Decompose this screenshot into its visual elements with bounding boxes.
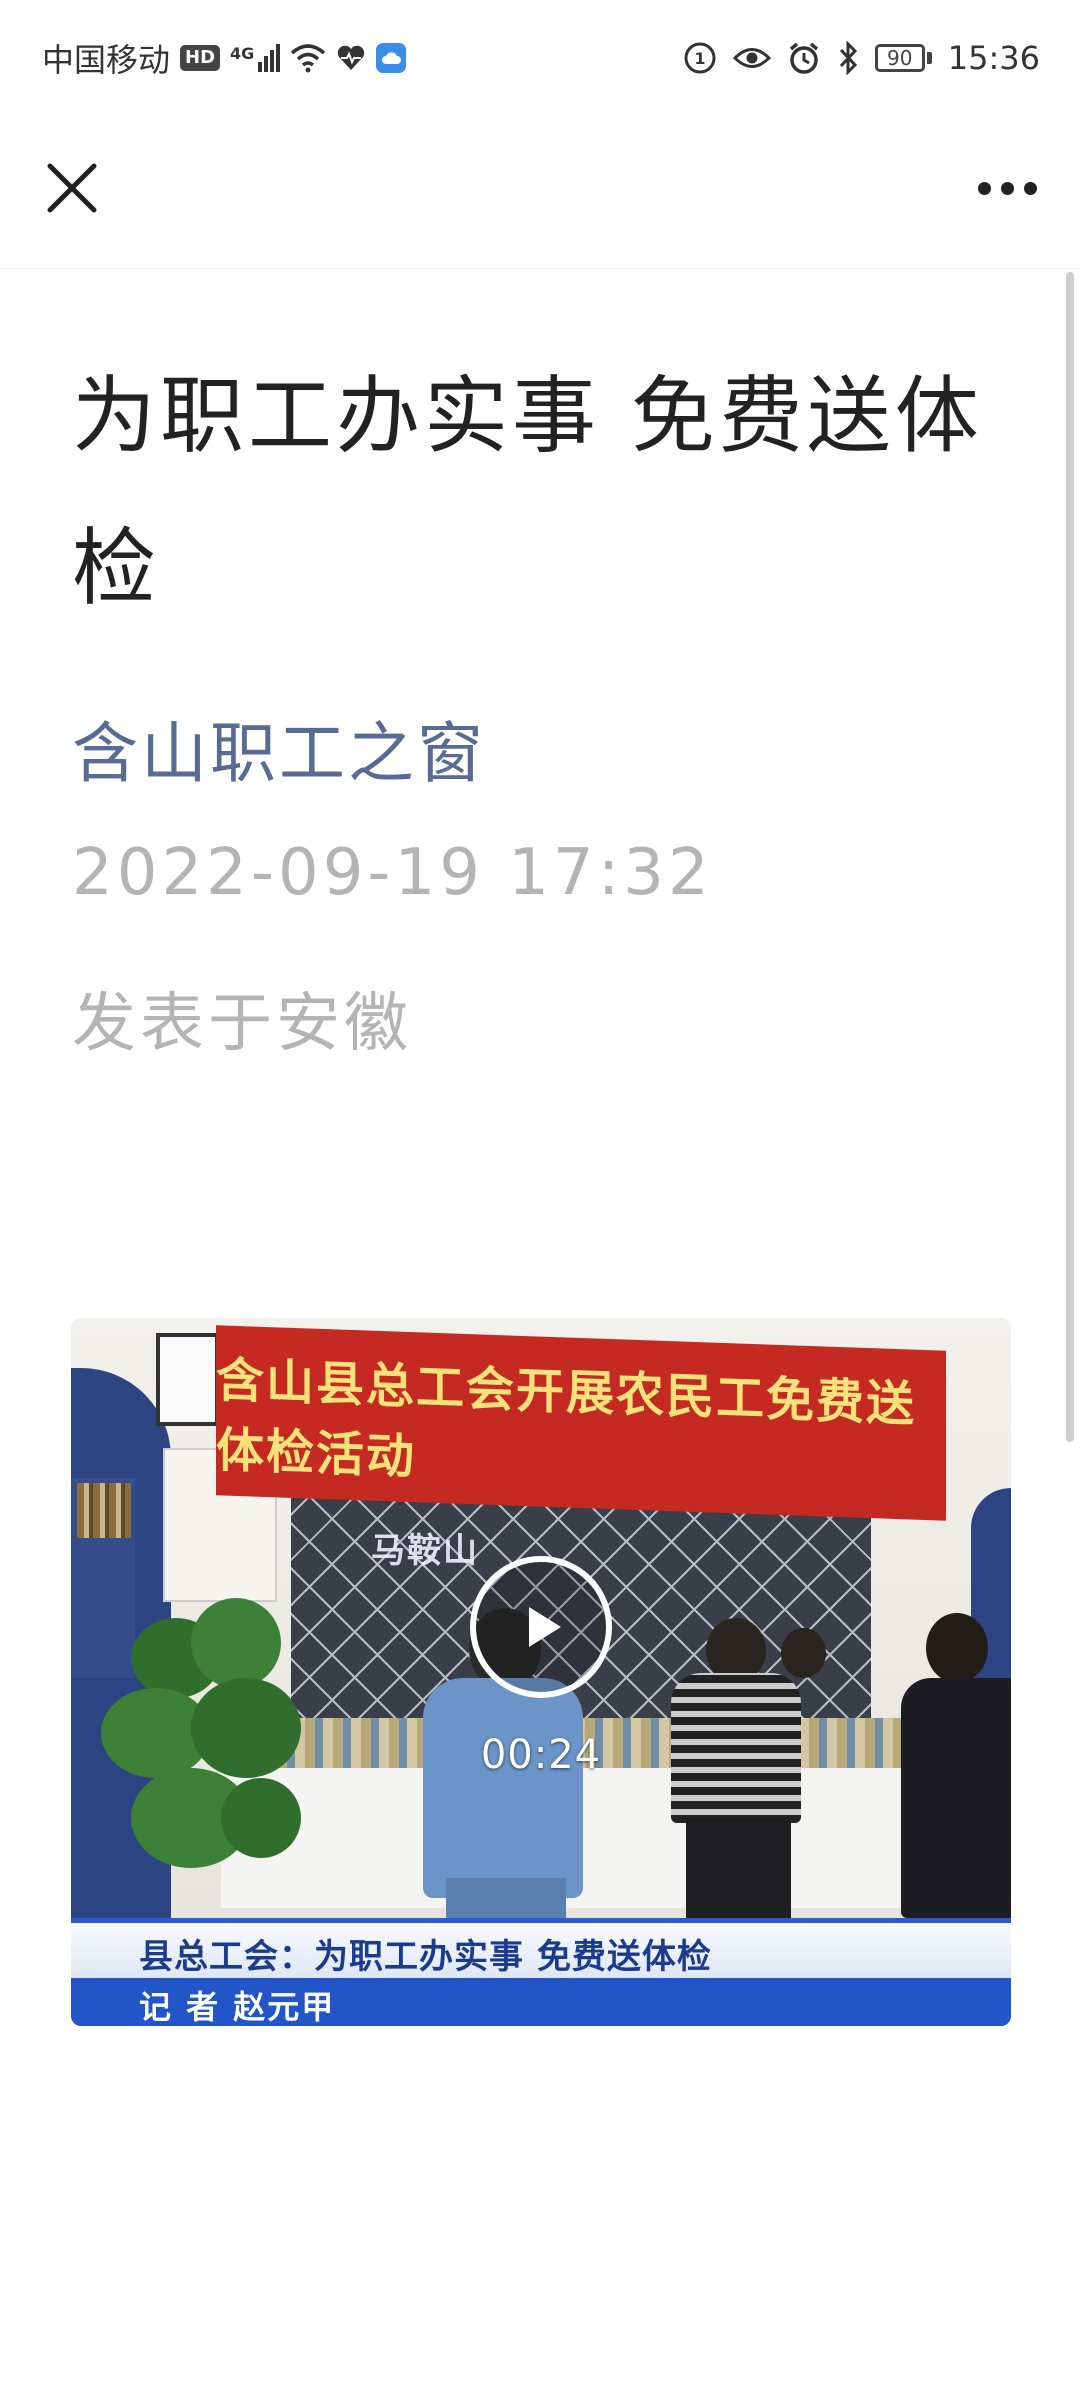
status-bar: 中国移动 HD 4G 1 90 15:36 [0, 0, 1080, 118]
publish-time: 2022-09-19 17:32 [72, 836, 713, 910]
network-type: 4G [230, 44, 255, 63]
battery-icon: 90 [874, 44, 932, 72]
video-player[interactable]: 马鞍山 含山县总工会开展农民工免费送体检活动 县总工会：为职工办实事 免费送体检… [71, 1318, 1011, 2026]
video-sign-text: 马鞍山 [371, 1531, 479, 1571]
carrier-label: 中国移动 [42, 41, 171, 79]
close-icon [47, 163, 97, 213]
alarm-icon [789, 42, 818, 74]
caption-line-1: 县总工会：为职工办实事 免费送体检 [139, 1937, 712, 1977]
more-icon [977, 181, 991, 195]
more-button[interactable] [962, 152, 1052, 224]
clock: 15:36 [947, 39, 1040, 77]
play-button[interactable] [470, 1556, 612, 1698]
video-caption: 县总工会：为职工办实事 免费送体检 记 者 赵元甲 [71, 1918, 1011, 2026]
video-duration: 00:24 [480, 1732, 602, 1778]
publish-location: 发表于安徽 [72, 987, 412, 1061]
eye-icon [732, 48, 771, 68]
status-right: 1 90 15:36 [683, 36, 1040, 80]
nav-bar [0, 118, 1080, 269]
status-left: 中国移动 HD 4G [42, 36, 407, 80]
svg-text:1: 1 [694, 49, 705, 68]
article-title: 为职工办实事 免费送体检 [72, 367, 983, 617]
data-saver-icon: 1 [684, 42, 716, 74]
cloud-app-icon [376, 43, 407, 73]
close-button[interactable] [36, 152, 108, 224]
health-heart-icon [338, 45, 365, 70]
signal-icon: 4G [230, 44, 281, 72]
battery-level: 90 [874, 44, 925, 72]
account-name-link[interactable]: 含山职工之窗 [72, 700, 486, 796]
scrollbar[interactable] [1066, 272, 1074, 1442]
hd-badge: HD [180, 45, 221, 71]
caption-line-2: 记 者 赵元甲 [139, 1988, 336, 2026]
play-icon [529, 1607, 561, 1647]
wifi-icon [291, 44, 326, 73]
bluetooth-icon [839, 41, 857, 75]
video-banner: 含山县总工会开展农民工免费送体检活动 [216, 1325, 946, 1521]
video-banner-text: 含山县总工会开展农民工免费送体检活动 [216, 1352, 917, 1486]
